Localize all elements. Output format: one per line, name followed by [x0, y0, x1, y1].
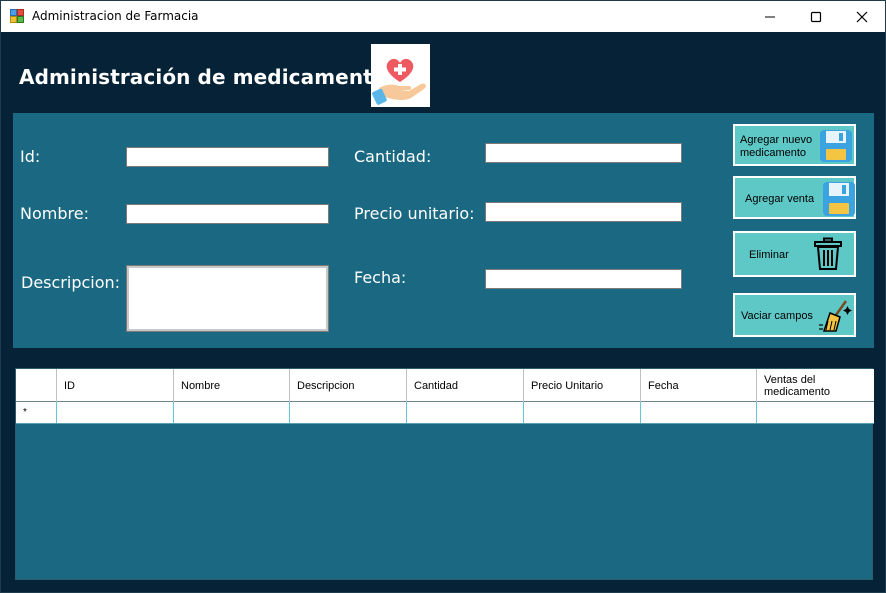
minimize-button[interactable] — [747, 1, 793, 32]
new-row-marker: * — [23, 407, 27, 418]
grid-cell[interactable] — [756, 402, 873, 423]
save-icon — [820, 130, 852, 162]
maximize-button[interactable] — [793, 1, 839, 32]
column-header-fecha[interactable]: Fecha — [640, 369, 756, 402]
maximize-icon — [810, 11, 822, 22]
id-label: Id: — [20, 147, 41, 166]
add-sale-button[interactable]: Agregar venta — [733, 176, 856, 219]
column-header-ventas[interactable]: Ventas del medicamento — [756, 369, 873, 402]
add-medicine-label: Agregar nuevo medicamento — [740, 134, 813, 159]
descripcion-label: Descripcion: — [21, 273, 121, 292]
column-header-cantidad[interactable]: Cantidad — [406, 369, 523, 402]
add-medicine-button[interactable]: Agregar nuevo medicamento — [733, 124, 856, 166]
column-header-descripcion[interactable]: Descripcion — [289, 369, 406, 402]
column-header-nombre[interactable]: Nombre — [173, 369, 289, 402]
medicines-grid[interactable]: ID Nombre Descripcion Cantidad Precio Un… — [15, 368, 874, 580]
grid-cell[interactable] — [56, 402, 173, 423]
broom-icon — [819, 300, 852, 332]
fecha-label: Fecha: — [354, 268, 407, 287]
clear-fields-label: Vaciar campos — [741, 310, 813, 322]
title-bar: Administracion de Farmacia — [1, 1, 885, 32]
close-button[interactable] — [839, 1, 885, 32]
grid-cell[interactable] — [640, 402, 756, 423]
grid-cell[interactable] — [406, 402, 523, 423]
cantidad-field[interactable] — [485, 143, 682, 163]
delete-button[interactable]: Eliminar — [733, 231, 856, 277]
window-title: Administracion de Farmacia — [32, 9, 199, 23]
precio-field[interactable] — [485, 202, 682, 222]
column-header-precio[interactable]: Precio Unitario — [523, 369, 640, 402]
minimize-icon — [765, 16, 775, 17]
column-header-id[interactable]: ID — [56, 369, 173, 402]
grid-cell[interactable] — [523, 402, 640, 423]
fecha-field[interactable] — [485, 269, 682, 289]
app-window: Administracion de Farmacia Administració… — [0, 0, 886, 593]
trash-icon — [814, 237, 842, 270]
save-icon — [823, 182, 855, 216]
form-panel: Id: Nombre: Descripcion: Cantidad: Preci… — [13, 113, 874, 348]
grid-cell[interactable] — [173, 402, 289, 423]
page-title: Administración de medicamentos — [19, 65, 399, 89]
id-field[interactable] — [126, 147, 329, 167]
row-header-corner — [16, 369, 56, 402]
logo — [371, 44, 430, 107]
cantidad-label: Cantidad: — [354, 147, 432, 166]
clear-fields-button[interactable]: Vaciar campos — [733, 293, 856, 337]
close-icon — [856, 11, 868, 22]
grid-header: ID Nombre Descripcion Cantidad Precio Un… — [16, 369, 874, 402]
descripcion-field[interactable] — [126, 265, 329, 332]
nombre-label: Nombre: — [20, 204, 89, 223]
grid-cell[interactable] — [289, 402, 406, 423]
nombre-field[interactable] — [126, 204, 329, 224]
heart-hand-care-icon — [372, 58, 426, 105]
delete-label: Eliminar — [749, 249, 789, 261]
precio-label: Precio unitario: — [354, 204, 475, 223]
add-sale-label: Agregar venta — [745, 193, 815, 205]
new-row[interactable]: * — [16, 402, 874, 424]
app-icon — [10, 9, 24, 23]
